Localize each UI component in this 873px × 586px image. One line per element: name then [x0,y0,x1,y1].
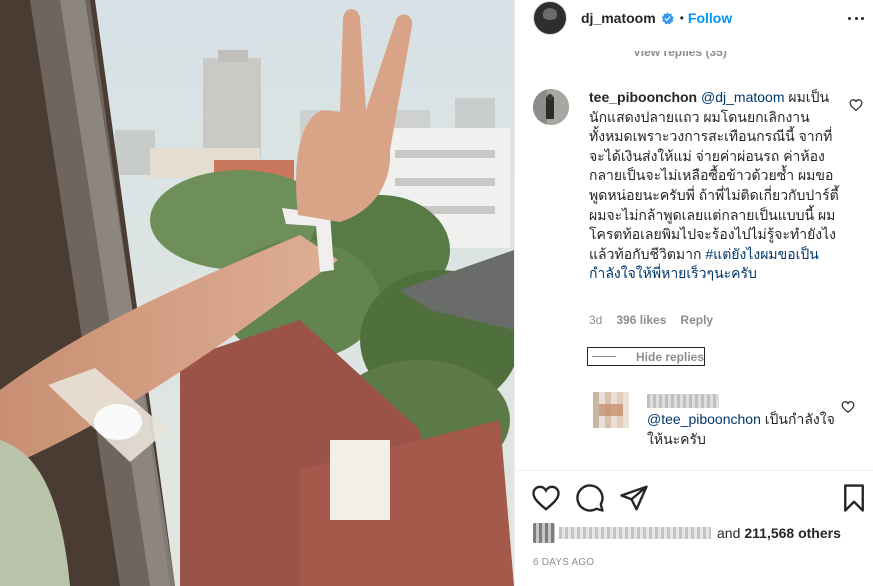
author-avatar[interactable] [533,1,567,35]
comment-icon[interactable] [575,483,605,513]
post-side-panel: dj_matoom • Follow View replies (35) tee… [514,0,873,586]
commenter-username[interactable]: tee_piboonchon [589,89,697,105]
comment-reply-button[interactable]: Reply [680,313,713,327]
comment-age[interactable]: 3d [589,313,602,327]
post-actions: and 211,568 others 6 DAYS AGO [515,470,873,586]
hide-replies-button[interactable]: Hide replies [587,347,705,366]
author-username[interactable]: dj_matoom [581,10,656,26]
commenter-avatar[interactable] [533,89,569,125]
comment-like-icon[interactable] [849,98,863,112]
post-header: dj_matoom • Follow [515,0,873,36]
liker-name-blurred[interactable] [559,527,711,539]
reply-text-block: @tee_piboonchon เป็นกำลังใจให้นะครับ [647,410,837,449]
verified-badge-icon [661,11,674,24]
post-photo [0,0,514,586]
replier-avatar[interactable] [593,392,629,428]
more-options-icon[interactable] [848,10,864,26]
comment-text-block: tee_piboonchon @dj_matoom ผมเป็นนักแสดงป… [589,88,841,284]
follow-button[interactable]: Follow [688,10,732,26]
reply-mention[interactable]: @tee_piboonchon [647,411,761,427]
separator-dot: • [679,11,684,25]
share-icon[interactable] [619,483,649,513]
likes-prefix: and [717,525,741,541]
view-replies-link[interactable]: View replies (35) [633,51,727,59]
comment-mention[interactable]: @dj_matoom [701,89,784,105]
reply-like-icon[interactable] [841,400,855,414]
hide-replies-label: Hide replies [635,349,705,364]
post-date[interactable]: 6 DAYS AGO [533,557,594,568]
likes-summary: and 211,568 others [533,523,841,543]
comment-likes[interactable]: 396 likes [616,313,666,327]
bookmark-icon[interactable] [839,483,869,513]
replier-username-blurred[interactable] [647,394,719,408]
comment-meta: 3d 396 likes Reply [589,313,713,327]
liker-avatar-blurred[interactable] [533,523,555,543]
hide-replies-line [592,356,616,357]
likes-count[interactable]: 211,568 others [744,525,841,541]
comment-text: ผมเป็นนักแสดงปลายแถว ผมโดนยกเลิกงานทั้งห… [589,89,839,262]
heart-icon[interactable] [531,483,561,513]
